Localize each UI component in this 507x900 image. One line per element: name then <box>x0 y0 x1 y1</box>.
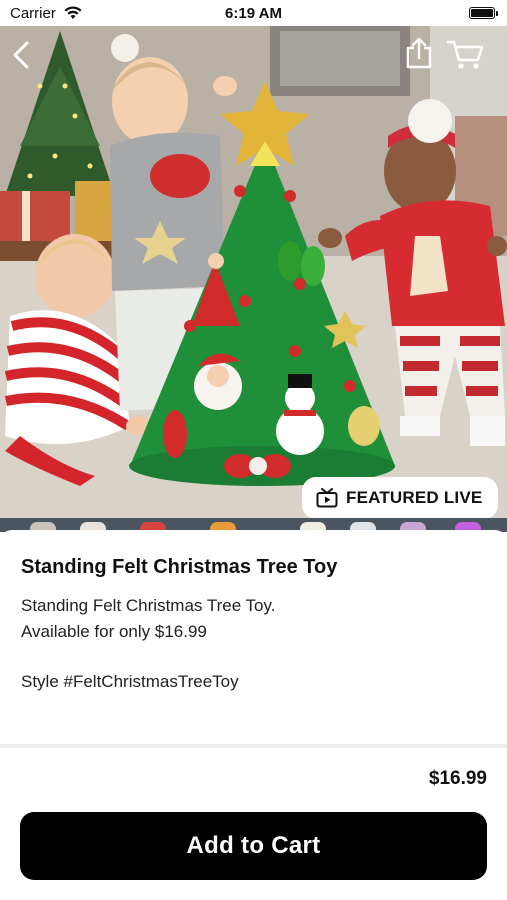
description-line: Available for only $16.99 <box>21 622 207 641</box>
cart-icon[interactable] <box>446 38 484 70</box>
tv-icon <box>316 488 338 508</box>
status-time: 6:19 AM <box>225 5 282 22</box>
featured-live-label: FEATURED LIVE <box>346 488 483 507</box>
product-photo <box>0 26 507 518</box>
product-price: $16.99 <box>428 768 487 789</box>
divider <box>0 744 507 748</box>
description-line: Standing Felt Christmas Tree Toy. <box>21 596 276 615</box>
battery-icon <box>469 7 498 19</box>
product-info-card: Standing Felt Christmas Tree Toy Standin… <box>0 530 507 745</box>
product-title: Standing Felt Christmas Tree Toy <box>21 556 338 578</box>
product-image[interactable]: FEATURED LIVE <box>0 26 507 518</box>
status-bar: Carrier 6:19 AM <box>0 0 507 26</box>
product-style-tag: Style #FeltChristmasTreeToy <box>21 672 239 691</box>
add-to-cart-button[interactable]: Add to Cart <box>20 812 487 880</box>
share-icon[interactable] <box>404 36 434 70</box>
product-description: Standing Felt Christmas Tree Toy. Availa… <box>21 593 275 645</box>
chevron-left-icon[interactable] <box>10 40 34 70</box>
featured-live-badge[interactable]: FEATURED LIVE <box>302 477 498 518</box>
